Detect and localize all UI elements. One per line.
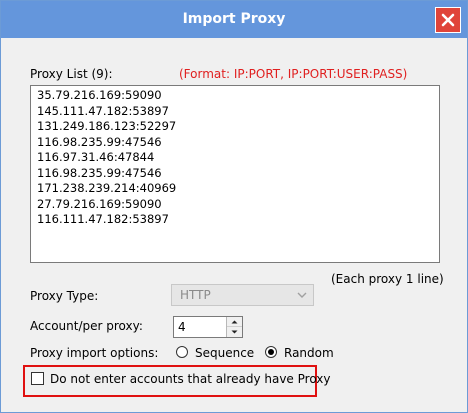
skip-existing-checkbox[interactable]	[31, 372, 44, 385]
proxy-line: 116.111.47.182:53897	[37, 212, 169, 226]
title-bar: Import Proxy	[1, 1, 467, 38]
account-per-proxy-stepper[interactable]: 4	[173, 316, 243, 338]
dialog-title: Import Proxy	[182, 11, 286, 27]
random-radio[interactable]	[265, 346, 277, 358]
import-proxy-dialog: Import Proxy Proxy List (9): (Format: IP…	[0, 0, 468, 413]
stepper-down-button[interactable]	[227, 327, 242, 337]
sequence-label: Sequence	[195, 346, 255, 360]
radio-selected-dot	[268, 349, 274, 355]
sequence-radio[interactable]	[176, 346, 188, 358]
account-per-proxy-value: 4	[178, 320, 186, 334]
proxy-type-label: Proxy Type:	[30, 289, 99, 303]
chevron-down-icon	[297, 292, 307, 298]
triangle-down-icon	[231, 330, 238, 334]
proxy-line: 116.97.31.46:47844	[37, 150, 155, 164]
proxy-line: 131.249.186.123:52297	[37, 119, 177, 133]
proxy-line: 116.98.235.99:47546	[37, 165, 162, 180]
proxy-line: 27.79.216.169:59090	[37, 196, 162, 211]
proxy-line: 35.79.216.169:59090	[37, 88, 162, 102]
proxy-type-value: HTTP	[180, 288, 211, 302]
account-per-proxy-label: Account/per proxy:	[30, 319, 143, 333]
stepper-buttons	[226, 317, 242, 337]
proxy-type-select[interactable]: HTTP	[171, 284, 314, 306]
stepper-up-button[interactable]	[227, 317, 242, 327]
close-icon	[441, 13, 455, 27]
close-button[interactable]	[435, 7, 461, 33]
import-options-label: Proxy import options:	[30, 346, 159, 360]
proxy-list-textarea[interactable]: 35.79.216.169:59090 145.111.47.182:53897…	[30, 85, 440, 263]
format-hint: (Format: IP:PORT, IP:PORT:USER:PASS)	[179, 67, 408, 81]
each-line-hint: (Each proxy 1 line)	[331, 272, 444, 286]
proxy-line: 171.238.239.214:40969	[37, 181, 177, 195]
skip-existing-label[interactable]: Do not enter accounts that already have …	[50, 372, 331, 386]
triangle-up-icon	[231, 320, 238, 324]
proxy-line: 145.111.47.182:53897	[37, 103, 169, 118]
random-label: Random	[284, 346, 334, 360]
proxy-list-label: Proxy List (9):	[30, 67, 113, 81]
proxy-line: 116.98.235.99:47546	[37, 134, 162, 149]
